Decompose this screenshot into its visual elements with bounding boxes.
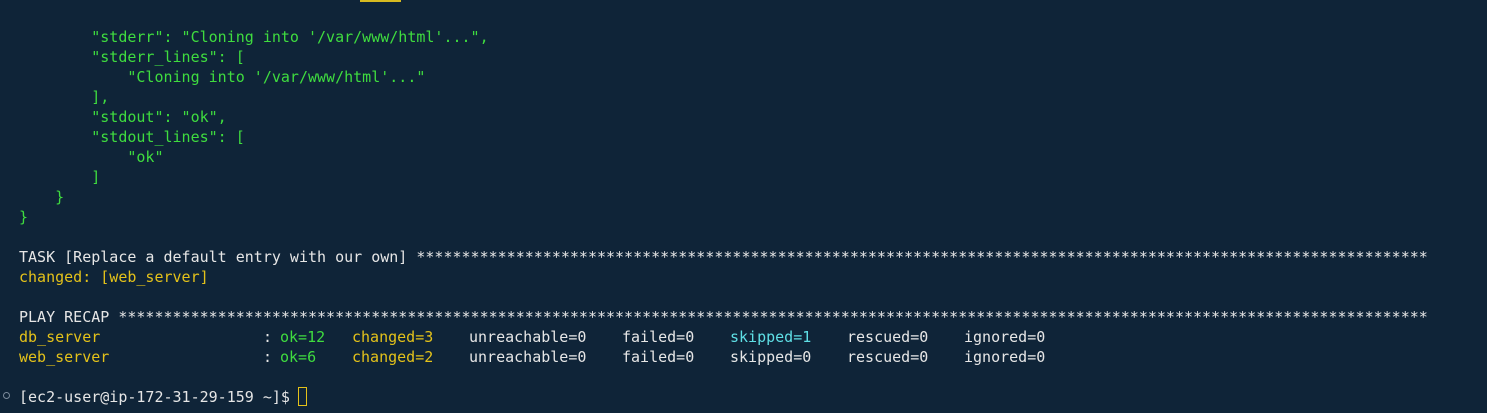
top-marker (360, 0, 401, 2)
recap-ok: ok=12 (280, 328, 326, 346)
json-line: "stderr": "Cloning into '/var/www/html'.… (19, 28, 489, 46)
recap-failed: failed=0 (622, 348, 695, 366)
terminal-window[interactable]: "stderr": "Cloning into '/var/www/html'.… (0, 0, 1487, 413)
recap-header: PLAY RECAP *****************************… (19, 308, 1428, 326)
recap-failed: failed=0 (622, 328, 695, 346)
recap-host: db_server (19, 328, 101, 346)
json-line: "ok" (19, 148, 164, 166)
prompt-line[interactable]: [ec2-user@ip-172-31-29-159 ~]$ (0, 387, 1487, 407)
recap-changed: changed=2 (352, 348, 434, 366)
recap-rescued: rescued=0 (847, 328, 929, 346)
text-cursor[interactable] (298, 387, 307, 406)
json-line: ], (19, 88, 110, 106)
task-header: TASK [Replace a default entry with our o… (19, 248, 1428, 266)
recap-skipped: skipped=1 (730, 328, 812, 346)
json-line: "stderr_lines": [ (19, 48, 245, 66)
recap-ok: ok=6 (280, 348, 317, 366)
recap-rescued: rescued=0 (847, 348, 929, 366)
json-line: } (19, 208, 29, 226)
recap-ignored: ignored=0 (964, 348, 1046, 366)
json-line: } (19, 188, 65, 206)
command-status-circle-icon (3, 392, 10, 399)
recap-unreachable: unreachable=0 (469, 328, 587, 346)
json-line: "stdout": "ok", (19, 108, 227, 126)
recap-separator: : (263, 348, 273, 366)
recap-separator: : (263, 328, 273, 346)
json-line: "Cloning into '/var/www/html'..." (19, 68, 426, 86)
recap-changed: changed=3 (352, 328, 434, 346)
json-line: "stdout_lines": [ (19, 128, 245, 146)
recap-ignored: ignored=0 (964, 328, 1046, 346)
recap-host: web_server (19, 348, 110, 366)
json-line: ] (19, 168, 101, 186)
recap-unreachable: unreachable=0 (469, 348, 587, 366)
shell-prompt: [ec2-user@ip-172-31-29-159 ~]$ (19, 388, 290, 406)
task-result: changed: [web_server] (19, 268, 209, 286)
recap-skipped: skipped=0 (730, 348, 812, 366)
